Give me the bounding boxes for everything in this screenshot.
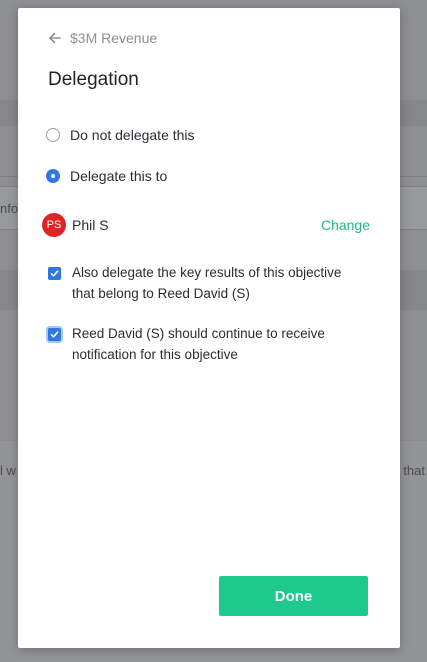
radio-button-selected[interactable] <box>46 169 60 183</box>
checkmark-icon <box>50 331 59 338</box>
back-link[interactable]: $3M Revenue <box>48 29 157 47</box>
delegate-key-results-option[interactable]: Also delegate the key results of this ob… <box>48 263 358 304</box>
arrow-left-icon[interactable] <box>48 31 62 45</box>
back-link-label[interactable]: $3M Revenue <box>70 30 157 46</box>
checkbox-checked[interactable] <box>48 267 61 280</box>
background-text: nfo <box>0 201 19 216</box>
option-label: Do not delegate this <box>70 127 195 143</box>
radio-button[interactable] <box>46 128 60 142</box>
checkmark-icon <box>50 270 59 277</box>
checkbox-checked[interactable] <box>48 328 61 341</box>
checkbox-label: Reed David (S) should continue to receiv… <box>72 326 325 362</box>
change-assignee-link[interactable]: Change <box>321 217 370 233</box>
option-label: Delegate this to <box>70 168 168 184</box>
avatar: PS <box>42 213 66 237</box>
checkbox-label: Also delegate the key results of this ob… <box>72 265 342 301</box>
done-button[interactable]: Done <box>219 576 368 616</box>
dialog-title: Delegation <box>48 69 139 90</box>
assignee-row: PS Phil S Change <box>42 213 370 237</box>
notification-option[interactable]: Reed David (S) should continue to receiv… <box>48 324 358 365</box>
background-text: that <box>403 463 425 478</box>
assignee-name: Phil S <box>72 217 109 233</box>
background-text: l w <box>0 463 16 478</box>
delegation-dialog: $3M Revenue Delegation Do not delegate t… <box>18 8 400 648</box>
option-delegate-to[interactable]: Delegate this to <box>46 168 167 184</box>
option-do-not-delegate[interactable]: Do not delegate this <box>46 127 195 143</box>
